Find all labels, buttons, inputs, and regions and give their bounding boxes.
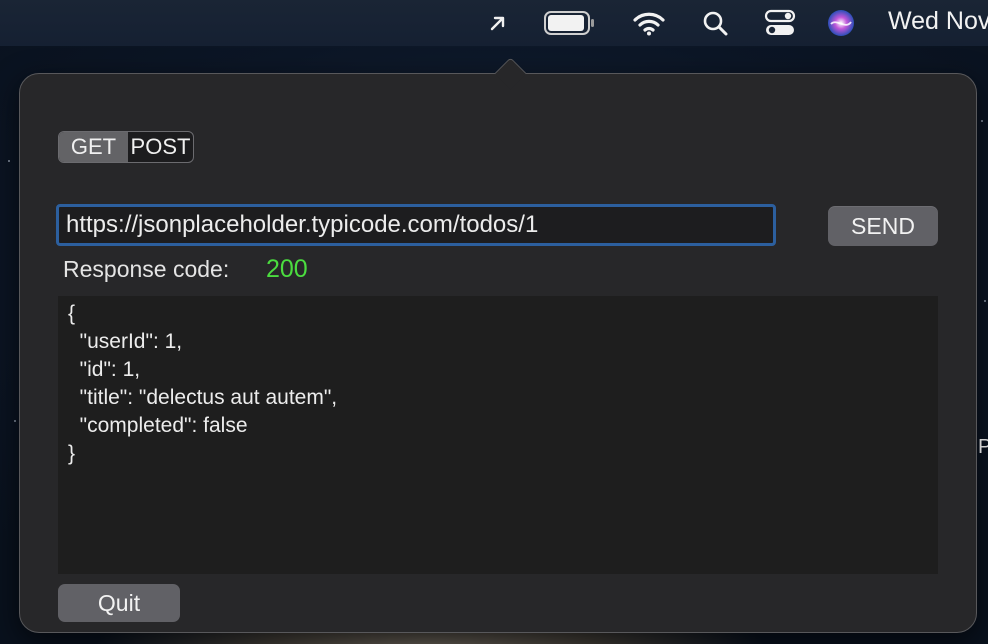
battery-icon[interactable] [542,0,596,46]
star [14,420,16,422]
menu-bar: Wed Nov [0,0,988,46]
quit-button[interactable]: Quit [58,584,180,622]
star [984,300,986,302]
send-button[interactable]: SEND [828,206,938,246]
search-icon[interactable] [700,0,730,46]
response-code-label: Response code: [63,256,230,282]
star [8,160,10,162]
url-input[interactable] [56,204,776,246]
siri-icon[interactable] [825,0,857,46]
control-center-icon[interactable] [762,0,798,46]
desktop-edge-text: P [978,436,988,458]
star [981,120,983,122]
wifi-icon[interactable] [630,0,668,46]
method-selector: GET POST [58,131,194,163]
response-code-value: 200 [266,255,308,283]
menubar-clock[interactable]: Wed Nov [888,7,988,36]
method-get-segment[interactable]: GET [59,132,128,162]
response-body[interactable]: { "userId": 1, "id": 1, "title": "delect… [58,296,938,574]
arrow-up-right-icon[interactable] [484,0,512,46]
method-post-segment[interactable]: POST [128,132,193,162]
request-popover: GET POST SEND Response code: 200 { "user… [19,57,977,633]
